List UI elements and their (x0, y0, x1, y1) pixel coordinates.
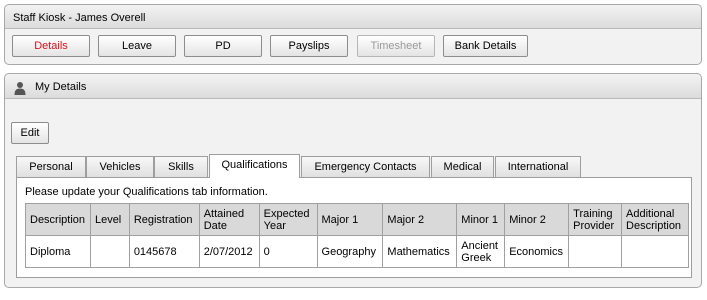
table-cell: 0 (258, 235, 318, 268)
column-header: Level (89, 203, 130, 236)
update-message: Please update your Qualifications tab in… (25, 186, 268, 198)
column-header: Major 2 (382, 203, 458, 236)
table-cell: 2/07/2012 (198, 235, 260, 268)
column-header: Minor 2 (504, 203, 570, 236)
leave-button[interactable]: Leave (98, 35, 176, 57)
column-header: Expected Year (258, 203, 318, 236)
table-cell: Diploma (25, 235, 91, 268)
tab-medical[interactable]: Medical (431, 156, 494, 177)
qualifications-table: Description Level Registration Attained … (25, 203, 689, 268)
column-header: Attained Date (198, 203, 260, 236)
column-header: Minor 1 (456, 203, 506, 236)
person-icon (14, 82, 26, 95)
table-cell: Mathematics (382, 235, 458, 268)
payslips-button[interactable]: Payslips (270, 35, 348, 57)
table-cell: Ancient Greek (456, 235, 506, 268)
table-cell (568, 235, 623, 268)
edit-button[interactable]: Edit (11, 122, 49, 144)
staff-kiosk-panel: Staff Kiosk - James Overell Details Leav… (4, 4, 702, 65)
column-header: Description (25, 203, 91, 236)
staff-kiosk-title: Staff Kiosk - James Overell (5, 5, 701, 29)
table-cell (621, 235, 689, 268)
table-cell: 0145678 (128, 235, 200, 268)
my-details-title: My Details (35, 81, 87, 93)
pd-button[interactable]: PD (184, 35, 262, 57)
tab-personal[interactable]: Personal (16, 156, 86, 177)
table-cell: Economics (504, 235, 570, 268)
tab-vehicles[interactable]: Vehicles (86, 156, 154, 177)
column-header: Major 1 (316, 203, 384, 236)
qualifications-tab-content: Please update your Qualifications tab in… (16, 177, 692, 278)
my-details-panel: My Details Edit Personal Vehicles Skills… (4, 73, 702, 288)
table-cell (89, 235, 130, 268)
table-header-row: Description Level Registration Attained … (25, 203, 689, 236)
timesheet-button: Timesheet (357, 35, 435, 57)
table-row[interactable]: Diploma 0145678 2/07/2012 0 Geography Ma… (25, 235, 689, 268)
details-button[interactable]: Details (12, 35, 90, 57)
tab-international[interactable]: International (495, 156, 581, 177)
bank-details-button[interactable]: Bank Details (443, 35, 528, 57)
tab-skills[interactable]: Skills (154, 156, 208, 177)
my-details-header: My Details (5, 74, 701, 99)
table-cell: Geography (316, 235, 384, 268)
column-header: Training Provider (568, 203, 623, 236)
tab-qualifications[interactable]: Qualifications (209, 154, 300, 178)
column-header: Additional Description (621, 203, 689, 236)
tab-emergency-contacts[interactable]: Emergency Contacts (301, 156, 430, 177)
column-header: Registration (128, 203, 200, 236)
